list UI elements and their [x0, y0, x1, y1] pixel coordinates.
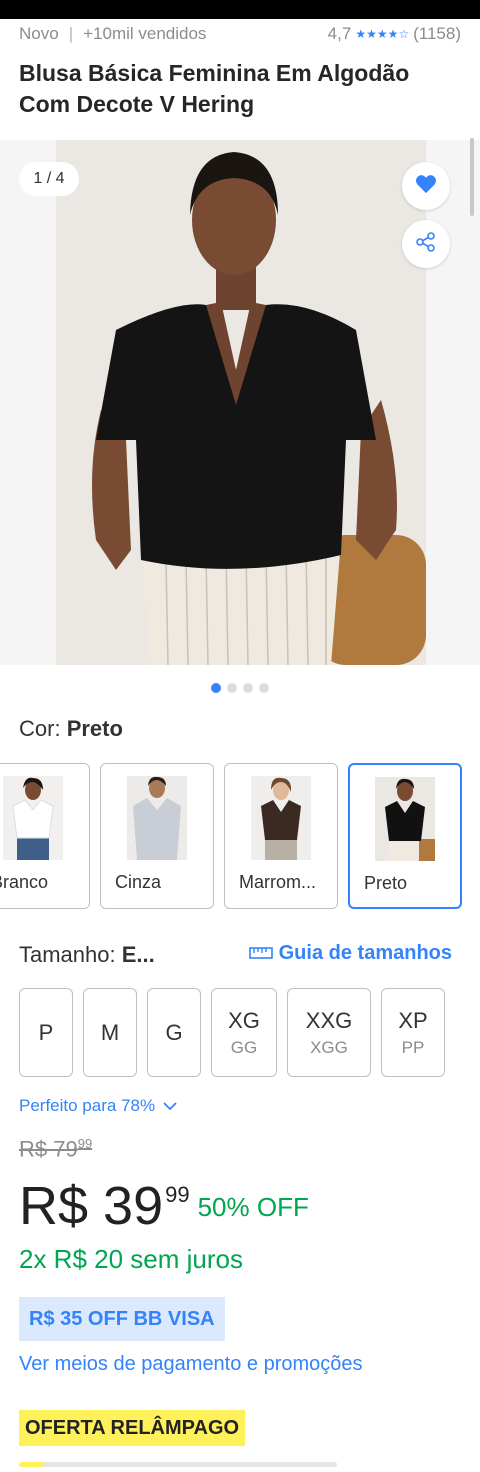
size-sub-label: XGG — [310, 1037, 348, 1057]
chevron-down-icon — [163, 1096, 177, 1116]
flash-sale-progress-fill — [19, 1462, 45, 1467]
selected-size: E... — [121, 942, 155, 967]
color-option-marrom[interactable]: Marrom... — [224, 763, 338, 909]
product-photo[interactable] — [56, 140, 426, 665]
gallery-pagination — [0, 683, 480, 693]
current-price: R$ 39 — [19, 1176, 164, 1236]
discount-badge: 50% OFF — [197, 1192, 309, 1222]
installments-info: 2x R$ 20 sem juros — [19, 1244, 243, 1274]
current-price-cents: 99 — [165, 1182, 190, 1207]
swatch-thumbnail — [251, 776, 311, 860]
color-label: Cor: Preto — [19, 716, 123, 742]
image-gallery[interactable]: 1 / 4 — [0, 140, 480, 665]
rating-summary[interactable]: 4,7 ★★★★☆ (1158) — [328, 24, 461, 44]
pagination-dot[interactable] — [211, 683, 221, 693]
swatch-thumbnail — [127, 776, 187, 860]
separator: | — [68, 24, 74, 43]
size-sub-label: PP — [401, 1037, 425, 1057]
swatch-label: Cinza — [115, 872, 162, 892]
color-option-preto[interactable]: Preto — [348, 763, 462, 909]
size-title: Tamanho: — [19, 942, 116, 967]
condition-label: Novo — [19, 24, 59, 43]
size-main-label: XP — [398, 1007, 428, 1033]
share-icon — [415, 231, 437, 258]
product-meta: Novo | +10mil vendidos 4,7 ★★★★☆ (1158) — [19, 22, 461, 46]
pagination-dot[interactable] — [227, 683, 237, 693]
size-main-label: XXG — [305, 1007, 353, 1033]
color-option-cinza[interactable]: Cinza — [100, 763, 214, 909]
size-option-p[interactable]: P — [19, 988, 73, 1077]
size-main-label: G — [165, 1019, 183, 1045]
status-bar — [0, 0, 480, 19]
favorite-button[interactable] — [402, 162, 450, 210]
color-options: Branco Cinza Marrom... — [0, 763, 480, 909]
original-price: R$ 7999 — [19, 1136, 92, 1162]
swatch-label: Branco — [0, 872, 49, 892]
size-main-label: M — [100, 1019, 120, 1045]
size-option-xp[interactable]: XP PP — [381, 988, 445, 1077]
payment-methods-link[interactable]: Ver meios de pagamento e promoções — [19, 1353, 363, 1376]
rating-value: 4,7 — [327, 24, 352, 43]
ruler-icon — [248, 942, 273, 965]
fit-feedback[interactable]: Perfeito para 78% — [19, 1096, 177, 1116]
swatch-thumbnail — [375, 777, 435, 861]
size-option-xxg[interactable]: XXG XGG — [287, 988, 371, 1077]
size-sub-label: GG — [230, 1037, 258, 1057]
flash-sale-progress — [19, 1462, 337, 1467]
size-option-m[interactable]: M — [83, 988, 137, 1077]
size-guide-label: Guia de tamanhos — [278, 942, 452, 964]
size-option-xg[interactable]: XG GG — [211, 988, 277, 1077]
reviews-count: (1158) — [413, 24, 461, 43]
size-main-label: XG — [228, 1007, 260, 1033]
color-title: Cor: — [19, 716, 61, 741]
size-main-label: P — [38, 1019, 54, 1045]
scrollbar[interactable] — [470, 138, 474, 216]
share-button[interactable] — [402, 220, 450, 268]
fit-label: Perfeito para 78% — [19, 1096, 156, 1115]
pagination-dot[interactable] — [243, 683, 253, 693]
size-guide-link[interactable]: Guia de tamanhos — [248, 942, 452, 965]
flash-sale-badge: OFERTA RELÂMPAGO — [19, 1410, 246, 1446]
color-option-branco[interactable]: Branco — [0, 763, 90, 909]
heart-icon — [415, 174, 437, 199]
bank-coupon-badge: R$ 35 OFF BB VISA — [19, 1297, 225, 1341]
original-price-int: R$ 79 — [19, 1136, 78, 1162]
swatch-thumbnail — [3, 776, 63, 860]
product-title: Blusa Básica Feminina Em Algodão Com Dec… — [19, 60, 410, 117]
pagination-dot[interactable] — [259, 683, 269, 693]
star-rating-icon: ★★★★☆ — [355, 27, 410, 41]
swatch-label: Preto — [364, 873, 408, 893]
image-counter: 1 / 4 — [19, 162, 79, 196]
swatch-label: Marrom... — [239, 872, 317, 892]
current-price-row: R$ 39 99 50% OFF — [19, 1176, 309, 1236]
selected-color: Preto — [66, 716, 123, 741]
model-photo-illustration — [56, 140, 426, 665]
size-label: Tamanho: E... — [19, 942, 155, 968]
original-price-cents: 99 — [77, 1136, 93, 1151]
sold-count: +10mil vendidos — [83, 24, 207, 43]
size-option-g[interactable]: G — [147, 988, 201, 1077]
